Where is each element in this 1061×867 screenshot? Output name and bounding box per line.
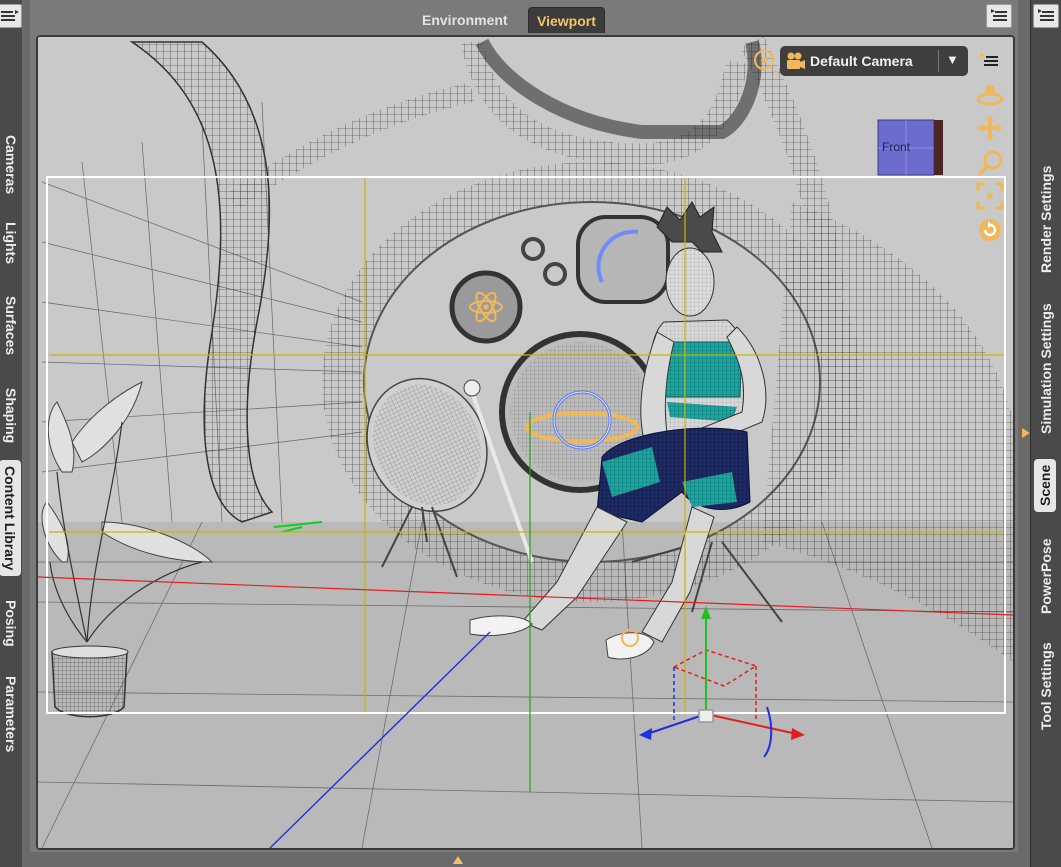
left-pane-menu-button[interactable] — [0, 4, 22, 28]
pane-menu-icon — [1, 10, 19, 21]
tab-viewport[interactable]: Viewport — [528, 7, 605, 33]
collapse-right-icon[interactable] — [1022, 428, 1030, 438]
pane-menu-icon — [1038, 9, 1054, 21]
right-pane-tabs: Render Settings Simulation Settings Scen… — [1030, 0, 1061, 867]
tab-content-library[interactable]: Content Library — [0, 460, 21, 577]
3d-viewport[interactable] — [36, 35, 1015, 850]
zoom-icon[interactable] — [976, 148, 1006, 178]
right-pane-menu-button[interactable] — [1033, 4, 1059, 28]
left-pane-tabs: Cameras Lights Surfaces Shaping Content … — [0, 0, 30, 867]
tab-tool-settings[interactable]: Tool Settings — [1038, 642, 1054, 730]
camera-select-target-icon[interactable] — [751, 47, 781, 77]
left-splitter[interactable] — [22, 0, 30, 867]
camera-dropdown-divider — [938, 50, 939, 72]
camera-dropdown[interactable]: Default Camera ▼ — [780, 46, 968, 76]
tab-parameters[interactable]: Parameters — [3, 676, 19, 752]
video-camera-icon — [787, 52, 805, 69]
bottom-splitter[interactable] — [30, 852, 1018, 867]
viewport-pane-menu-button[interactable] — [986, 4, 1012, 28]
camera-dropdown-label: Default Camera — [810, 53, 913, 69]
tab-environment[interactable]: Environment — [414, 7, 516, 33]
pan-icon[interactable] — [975, 113, 1005, 143]
tab-simulation-settings[interactable]: Simulation Settings — [1038, 303, 1054, 434]
tab-powerpose[interactable]: PowerPose — [1038, 539, 1054, 614]
pane-menu-icon — [991, 9, 1007, 21]
expand-bottom-icon[interactable] — [453, 856, 463, 864]
tab-render-settings[interactable]: Render Settings — [1038, 166, 1054, 273]
reset-view-icon[interactable] — [976, 216, 1004, 244]
orbit-icon[interactable] — [975, 82, 1005, 108]
tab-lights[interactable]: Lights — [3, 222, 19, 264]
tab-surfaces[interactable]: Surfaces — [3, 296, 19, 355]
viewport-options-icon[interactable] — [978, 50, 1002, 70]
frame-icon[interactable] — [976, 182, 1004, 210]
tab-shaping[interactable]: Shaping — [3, 388, 19, 443]
tab-posing[interactable]: Posing — [3, 600, 19, 647]
chevron-down-icon[interactable]: ▼ — [946, 52, 959, 67]
view-cube-face-label: Front — [882, 140, 911, 154]
tab-scene[interactable]: Scene — [1034, 458, 1056, 512]
scene-render[interactable] — [38, 37, 1013, 848]
tab-cameras[interactable]: Cameras — [3, 135, 19, 194]
